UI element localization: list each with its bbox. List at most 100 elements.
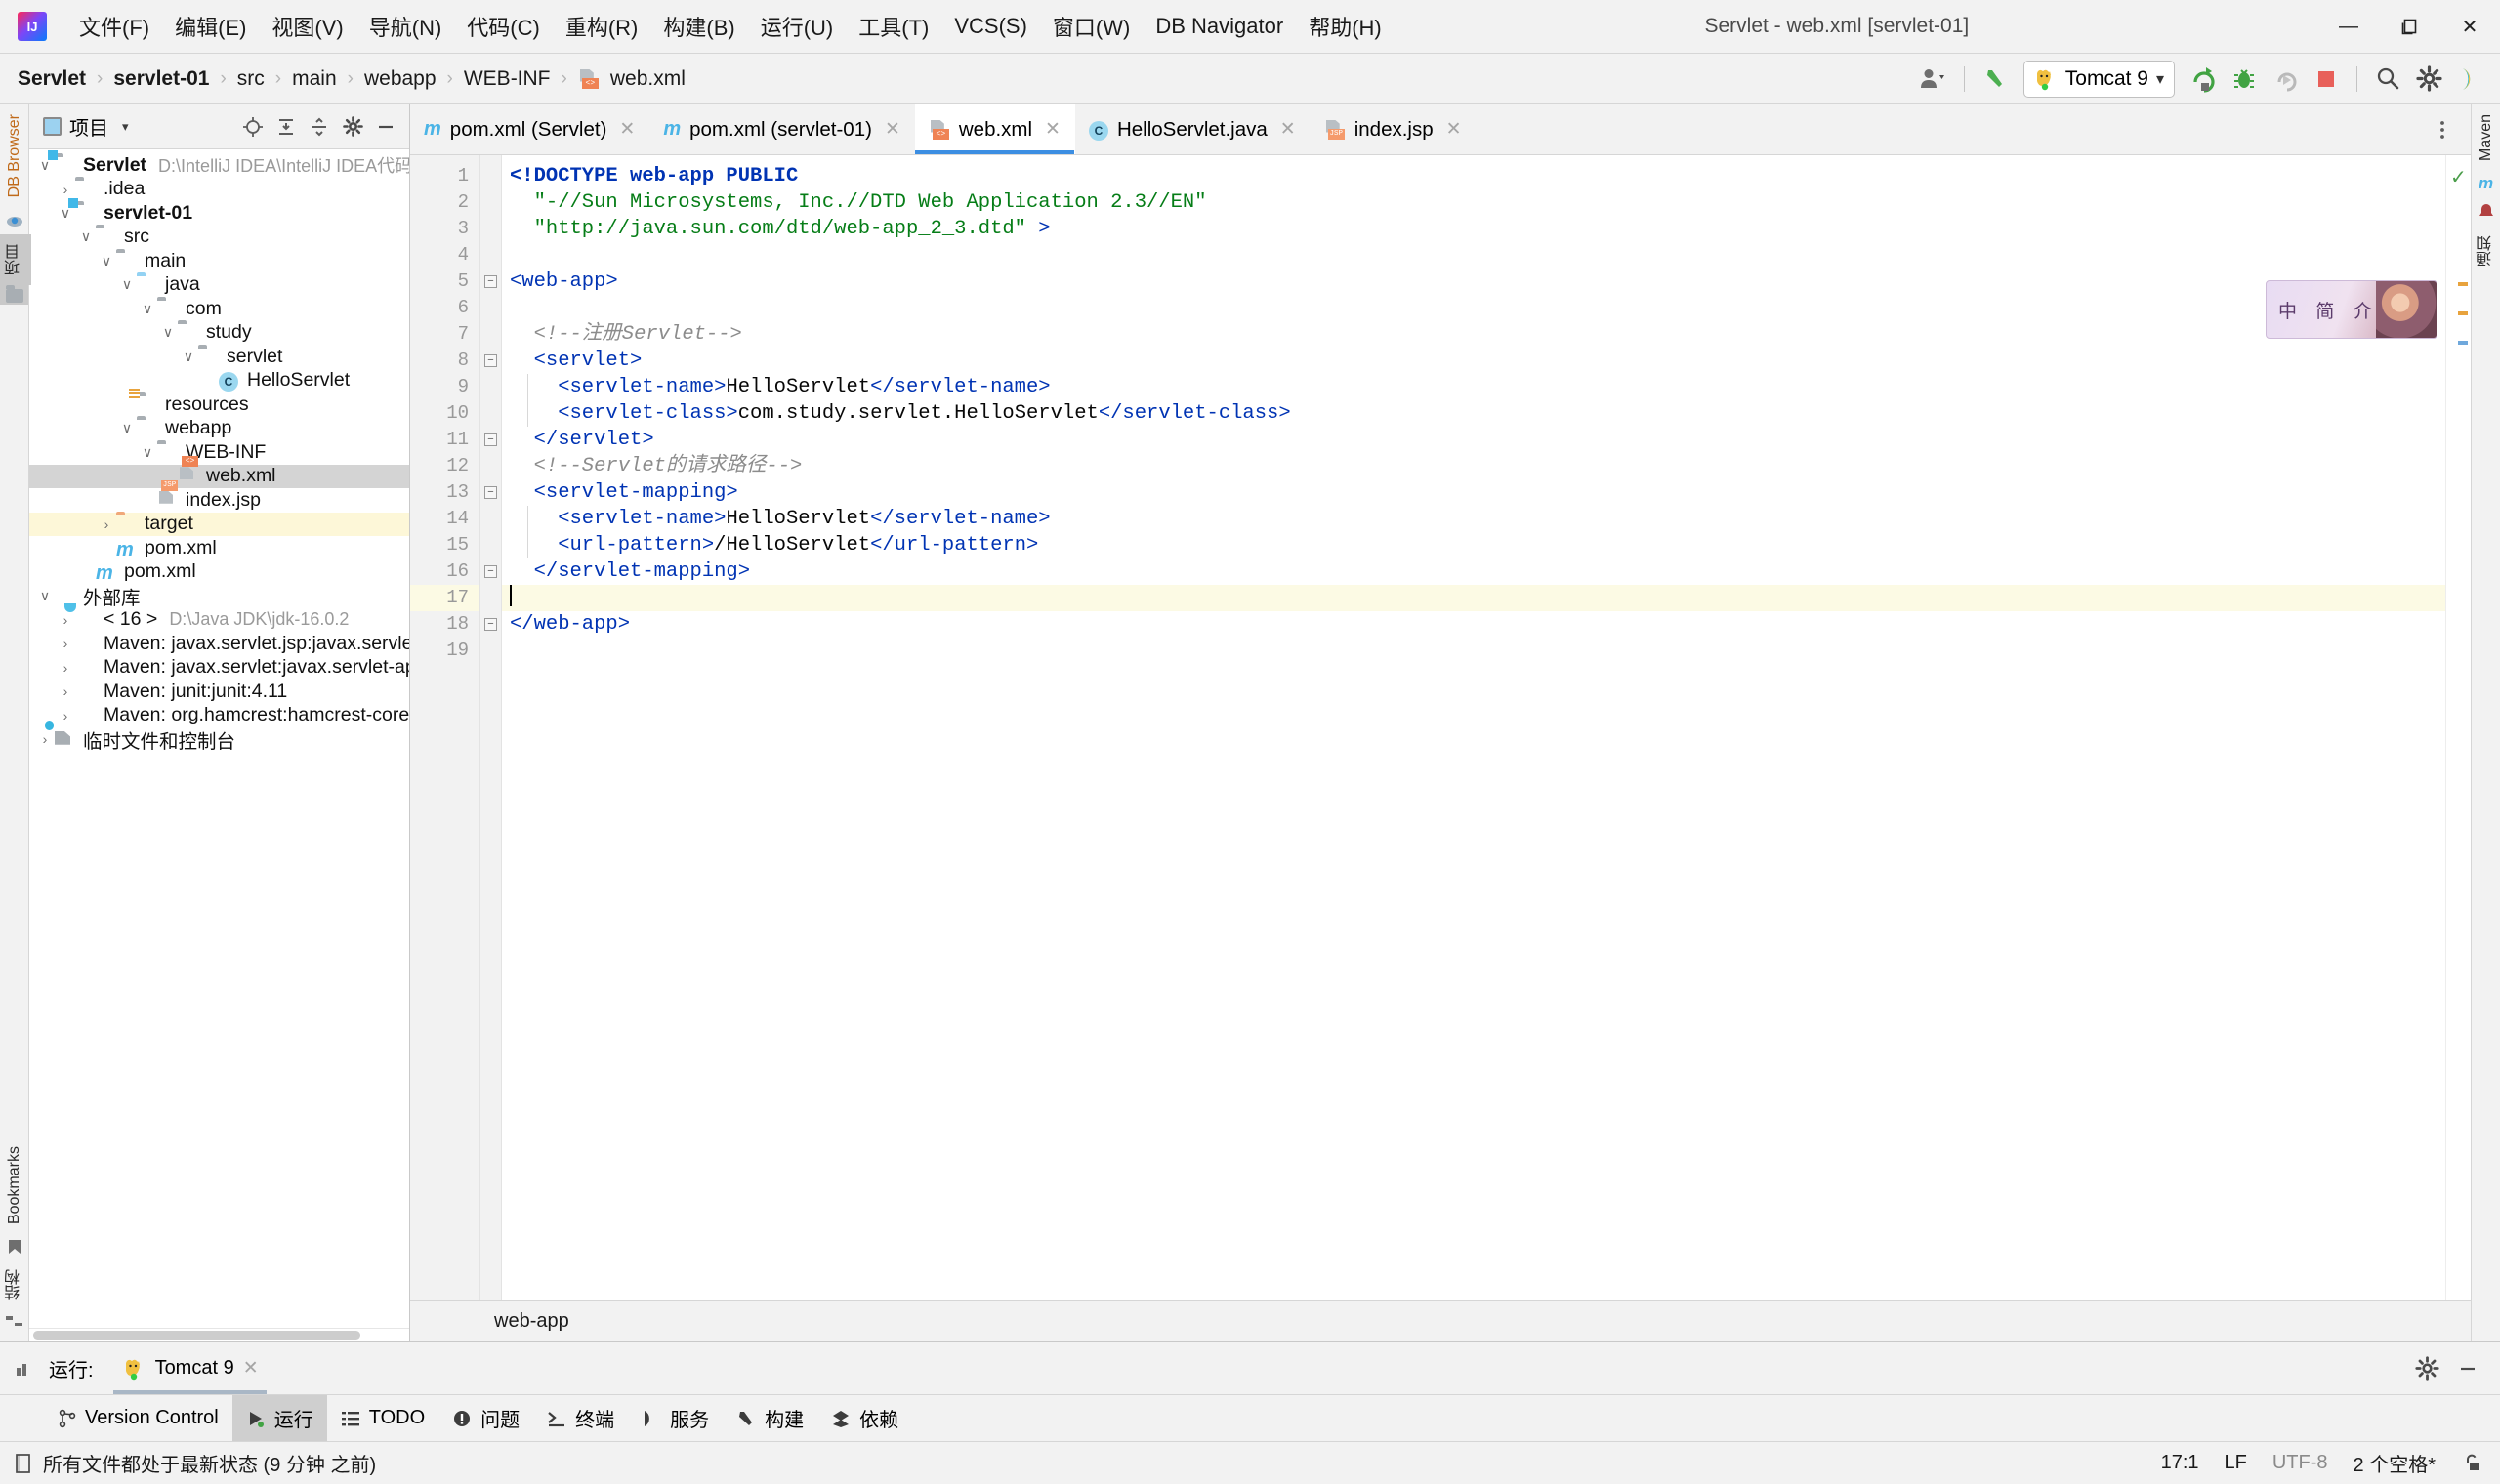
tree-node---16--[interactable]: ›< 16 >D:\Java JDK\jdk-16.0.2 [29,608,409,633]
more-vertical-icon[interactable] [2424,110,2461,149]
tool-tab-notifications[interactable]: 通知 [2470,226,2500,276]
chevron-down-icon[interactable]: ∨ [35,588,55,604]
expand-all-button[interactable] [271,111,302,143]
menu-help[interactable]: 帮助(H) [1296,5,1395,48]
run-tab-tomcat[interactable]: Tomcat 9 ✕ [109,1342,271,1394]
line-number[interactable]: 7 [410,321,479,348]
menu-tools[interactable]: 工具(T) [846,5,941,48]
tree-node-web-inf[interactable]: ∨WEB-INF [29,440,409,465]
ide-assistant-icon[interactable] [2451,60,2488,99]
chevron-down-icon[interactable]: ▾ [122,119,129,135]
fold-toggle[interactable]: − [480,479,501,506]
tree-node-servlet-01[interactable]: ∨servlet-01 [29,201,409,226]
collapse-fold-icon[interactable]: − [484,433,497,446]
tool-button-dependencies[interactable]: 依赖 [817,1395,912,1441]
line-number[interactable]: 4 [410,242,479,268]
tab-helloservlet-java[interactable]: C HelloServlet.java ✕ [1075,104,1311,154]
stop-button[interactable] [2308,60,2345,99]
run-window-settings-button[interactable] [2408,1349,2445,1388]
menu-build[interactable]: 构建(B) [650,5,747,48]
fold-toggle[interactable]: − [480,558,501,585]
run-with-coverage-button[interactable] [2267,60,2304,99]
minimize-button[interactable]: — [2318,0,2379,54]
scrollbar-thumb[interactable] [33,1331,360,1340]
chevron-right-icon[interactable]: › [56,182,75,197]
project-settings-button[interactable] [337,111,368,143]
close-icon[interactable]: ✕ [1446,118,1462,141]
tool-tab-db-browser[interactable]: DB Browser [1,104,28,207]
breadcrumb-item-src[interactable]: src [233,65,269,93]
code-line[interactable]: </web-app> [502,611,2445,638]
menu-file[interactable]: 文件(F) [66,5,162,48]
fold-toggle[interactable]: − [480,611,501,638]
inspection-status-icon[interactable]: ✓ [2450,165,2467,189]
chevron-down-icon[interactable]: ∨ [158,324,178,341]
marker-warning[interactable] [2458,311,2468,315]
breadcrumb-item-module[interactable]: servlet-01 [109,65,213,93]
fold-toggle[interactable]: − [480,427,501,453]
chevron-down-icon[interactable]: ∨ [117,420,137,436]
line-number[interactable]: 5 [410,268,479,295]
chevron-right-icon[interactable]: › [56,683,75,699]
search-everywhere-button[interactable] [2369,60,2406,99]
fold-toggle[interactable]: − [480,268,501,295]
tab-pom-servlet[interactable]: m pom.xml (Servlet) ✕ [410,104,649,154]
chevron-right-icon[interactable]: › [56,636,75,651]
code-line[interactable]: <!DOCTYPE web-app PUBLIC [502,163,2445,189]
collapse-fold-icon[interactable]: − [484,565,497,578]
tree-node-src[interactable]: ∨src [29,226,409,250]
indent-setting[interactable]: 2 个空格* [2354,1449,2436,1477]
line-number[interactable]: 3 [410,216,479,242]
select-opened-file-button[interactable] [237,111,269,143]
tree-node-target[interactable]: ›target [29,513,409,537]
menu-run[interactable]: 运行(U) [748,5,847,48]
code-line[interactable]: </servlet> [502,427,2445,453]
tool-tab-bookmarks[interactable]: Bookmarks [1,1136,28,1234]
tree-node-servlet[interactable]: ∨ServletD:\IntelliJ IDEA\IntelliJ IDEA代码… [29,153,409,178]
code-line[interactable]: </servlet-mapping> [502,558,2445,585]
line-separator[interactable]: LF [2225,1452,2247,1474]
line-number[interactable]: 6 [410,295,479,321]
breadcrumb-item-webinf[interactable]: WEB-INF [460,65,555,93]
project-tree[interactable]: ∨ServletD:\IntelliJ IDEA\IntelliJ IDEA代码… [29,149,409,1328]
code-line[interactable]: <!--注册Servlet--> [502,321,2445,348]
tree-node-maven--javax.servlet-javax.servlet-api-4.0.1[interactable]: ›Maven: javax.servlet:javax.servlet-api:… [29,656,409,680]
chevron-down-icon[interactable]: ∨ [179,349,198,365]
menu-db-navigator[interactable]: DB Navigator [1143,8,1296,45]
tree-node-maven--javax.servlet.jsp-javax.servlet.jsp-api-2[interactable]: ›Maven: javax.servlet.jsp:javax.servlet.… [29,632,409,656]
settings-gear-button[interactable] [2410,60,2447,99]
line-number[interactable]: 9 [410,374,479,400]
tree-node-maven--org.hamcrest-hamcrest-core-1.3[interactable]: ›Maven: org.hamcrest:hamcrest-core:1.3 [29,704,409,728]
close-button[interactable]: ✕ [2439,0,2500,54]
line-number[interactable]: 11 [410,427,479,453]
chevron-down-icon[interactable]: ∨ [138,444,157,461]
tool-button-build[interactable]: 构建 [723,1395,817,1441]
chevron-right-icon[interactable]: › [97,516,116,532]
line-number[interactable]: 17 [410,585,479,611]
chevron-down-icon[interactable]: ∨ [76,228,96,245]
chevron-right-icon[interactable]: › [56,708,75,723]
tree-node-java[interactable]: ∨java [29,273,409,298]
breadcrumb-item-main[interactable]: main [288,65,341,93]
tool-button-problems[interactable]: 问题 [438,1395,533,1441]
intention-bulb-icon[interactable] [516,562,530,580]
collapse-fold-icon[interactable]: − [484,354,497,367]
chevron-down-icon[interactable]: ∨ [138,301,157,317]
menu-code[interactable]: 代码(C) [454,5,553,48]
collapse-all-button[interactable] [304,111,335,143]
breadcrumb-item-webapp[interactable]: webapp [360,65,440,93]
tree-node-resources[interactable]: resources [29,392,409,417]
code-line[interactable] [502,585,2445,611]
fold-toggle[interactable]: − [480,348,501,374]
line-number[interactable]: 10 [410,400,479,427]
breadcrumb-item-project[interactable]: Servlet [14,65,90,93]
line-number[interactable]: 19 [410,638,479,664]
tree-node-main[interactable]: ∨main [29,249,409,273]
chevron-right-icon[interactable]: › [56,612,75,628]
code-folding-column[interactable]: − − − − − − [480,155,502,1300]
editor-marker-bar[interactable]: ✓ [2445,155,2471,1300]
file-encoding[interactable]: UTF-8 [2272,1452,2328,1474]
tree-node-.idea[interactable]: ›.idea [29,178,409,202]
tree-node-pom.xml[interactable]: mpom.xml [29,560,409,585]
close-icon[interactable]: ✕ [619,118,635,141]
